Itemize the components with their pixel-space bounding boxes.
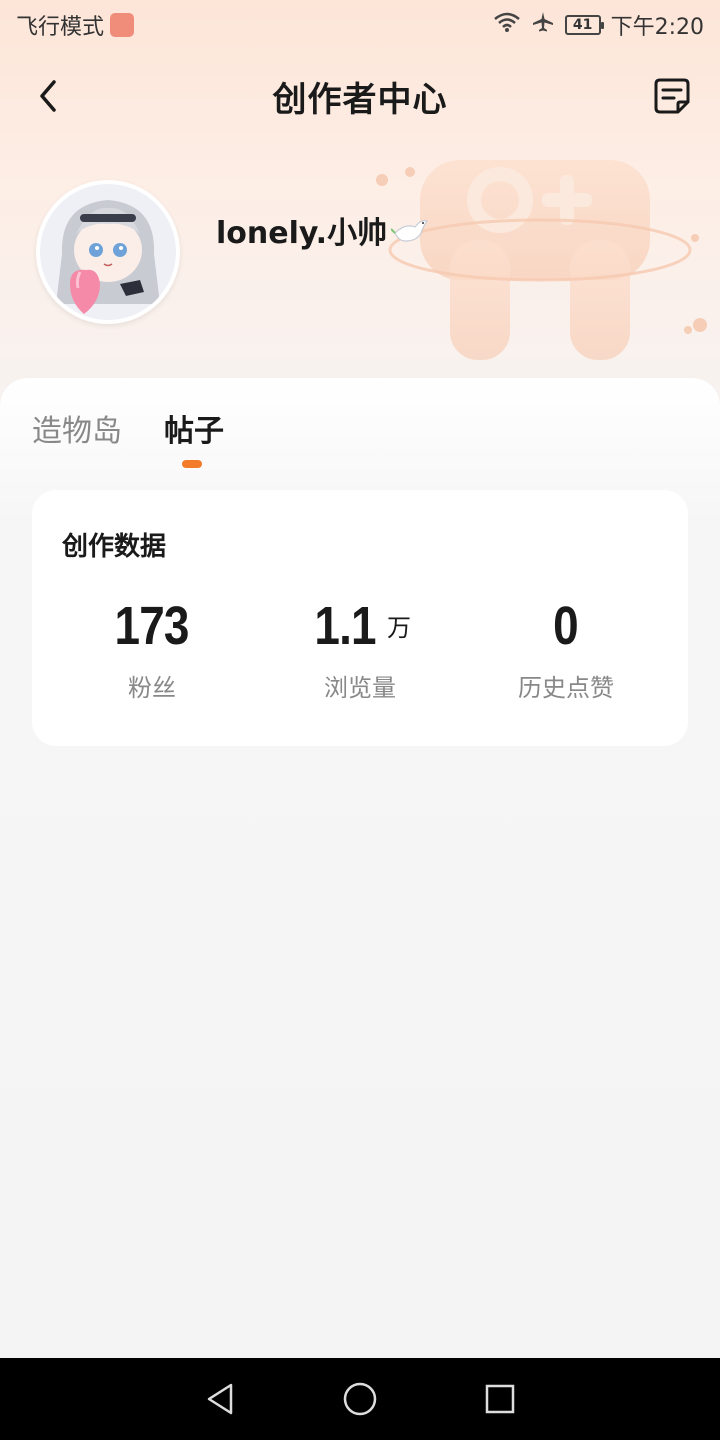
back-icon bbox=[40, 80, 56, 112]
username: lonely.小帅 bbox=[216, 216, 388, 251]
clock: 下午2:20 bbox=[610, 15, 704, 40]
system-nav-bar bbox=[0, 1358, 720, 1440]
tab-posts[interactable]: 帖子 bbox=[164, 406, 224, 450]
app-badge-icon bbox=[110, 13, 135, 37]
drafts-button[interactable] bbox=[650, 74, 694, 118]
stat-value: 1.1 bbox=[314, 596, 376, 656]
active-tab-indicator bbox=[182, 460, 202, 468]
page-title: 创作者中心 bbox=[272, 79, 448, 120]
tab-creation-island[interactable]: 造物岛 bbox=[32, 406, 122, 450]
stat-likes[interactable]: 0 历史点赞 bbox=[456, 596, 676, 703]
nav-back-button[interactable] bbox=[200, 1379, 240, 1419]
airplane-mode-label: 飞行模式 bbox=[16, 15, 105, 40]
gamepad-decoration-icon bbox=[376, 160, 707, 360]
avatar-anime-girl-icon bbox=[40, 184, 176, 320]
hero-header: 飞行模式 41 下午2:20 创作者中心 lonely.小帅 bbox=[0, 0, 720, 420]
stat-label: 浏览量 bbox=[324, 674, 396, 702]
note-edit-icon bbox=[654, 78, 690, 114]
stat-unit: 万 bbox=[387, 614, 412, 642]
wifi-icon bbox=[493, 11, 521, 39]
nav-home-icon bbox=[343, 1382, 377, 1416]
nav-recent-icon bbox=[485, 1384, 515, 1414]
stat-value: 173 bbox=[114, 596, 190, 656]
stat-views[interactable]: 1.1 万 浏览量 bbox=[250, 596, 470, 703]
avatar[interactable] bbox=[36, 180, 180, 324]
stat-followers[interactable]: 173 粉丝 bbox=[42, 596, 262, 703]
nav-recent-button[interactable] bbox=[480, 1379, 520, 1419]
tab-bar: 造物岛 帖子 bbox=[32, 406, 224, 450]
nav-back-icon bbox=[207, 1383, 233, 1415]
stat-label: 历史点赞 bbox=[518, 674, 614, 702]
status-bar: 飞行模式 41 下午2:20 bbox=[0, 0, 720, 50]
dove-icon bbox=[391, 220, 429, 242]
status-left: 飞行模式 bbox=[16, 9, 135, 41]
creator-data-card: 创作数据 173 粉丝 1.1 万 浏览量 0 历史点赞 bbox=[32, 490, 688, 746]
battery-indicator: 41 bbox=[564, 15, 604, 35]
stat-value: 0 bbox=[553, 596, 580, 656]
airplane-icon bbox=[531, 10, 555, 40]
card-title: 创作数据 bbox=[62, 532, 167, 562]
content-panel: 造物岛 帖子 创作数据 173 粉丝 1.1 万 浏览量 0 历史点赞 bbox=[0, 378, 720, 1358]
stat-label: 粉丝 bbox=[128, 674, 176, 702]
nav-home-button[interactable] bbox=[340, 1379, 380, 1419]
back-button[interactable] bbox=[26, 74, 70, 118]
status-right: 41 下午2:20 bbox=[493, 9, 704, 41]
username-row: lonely.小帅 bbox=[216, 208, 429, 252]
top-nav-bar: 创作者中心 bbox=[0, 60, 720, 132]
